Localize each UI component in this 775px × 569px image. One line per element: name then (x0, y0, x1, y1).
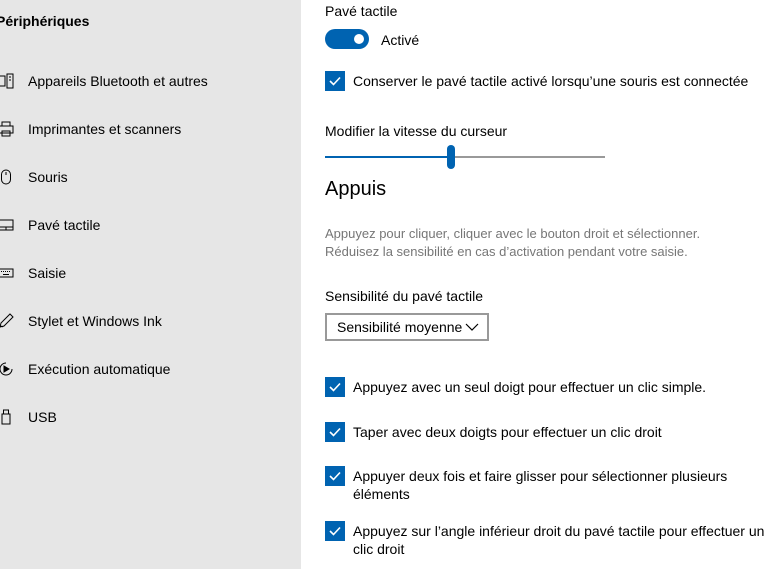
touchpad-icon (0, 217, 14, 233)
corner-right-click-label-line2: clic droit (353, 541, 405, 557)
touchpad-toggle[interactable] (325, 29, 369, 49)
autoplay-icon (0, 361, 14, 377)
single-tap-label: Appuyez avec un seul doigt pour effectue… (353, 379, 707, 395)
chevron-down-icon (465, 323, 479, 331)
corner-right-click-checkbox[interactable] (325, 521, 345, 541)
keyboard-icon (0, 265, 14, 281)
sidebar-item-label: USB (28, 409, 57, 425)
sidebar-item-label: Stylet et Windows Ink (28, 313, 162, 329)
cursor-speed-slider[interactable] (325, 145, 605, 169)
usb-icon (0, 409, 14, 425)
double-tap-drag-label-line1: Appuyer deux fois et faire glisser pour … (353, 468, 728, 484)
toggle-state-label: Activé (381, 32, 420, 48)
two-finger-tap-label: Taper avec deux doigts pour effectuer un… (353, 424, 662, 440)
sidebar-item-pen[interactable]: Stylet et Windows Ink (0, 301, 301, 341)
single-tap-checkbox[interactable] (325, 377, 345, 397)
slider-thumb[interactable] (447, 145, 455, 169)
sidebar-item-touchpad[interactable]: Pavé tactile (0, 205, 301, 245)
keep-touchpad-on-option: Conserver le pavé tactile activé lorsqu’… (325, 71, 748, 91)
mouse-icon (0, 169, 14, 185)
two-finger-tap-option: Taper avec deux doigts pour effectuer un… (325, 422, 662, 442)
sidebar-item-bluetooth[interactable]: Appareils Bluetooth et autres (0, 61, 301, 101)
sidebar-item-label: Saisie (28, 265, 67, 281)
cursor-speed-label: Modifier la vitesse du curseur (325, 123, 508, 139)
checkmark-icon (329, 471, 341, 481)
sensitivity-value: Sensibilité moyenne (337, 319, 463, 335)
sidebar-item-autoplay[interactable]: Exécution automatique (0, 349, 301, 389)
slider-track-fill (325, 156, 451, 158)
sidebar-item-mouse[interactable]: Souris (0, 157, 301, 197)
pen-icon (0, 313, 14, 329)
sidebar-item-label: Exécution automatique (28, 361, 171, 377)
double-tap-drag-option: Appuyer deux fois et faire glisser pour … (325, 466, 727, 503)
sidebar: Périphériques Appareils Bluetooth et aut… (0, 0, 301, 569)
bluetooth-devices-icon (0, 73, 14, 89)
printer-icon (0, 121, 14, 137)
sensitivity-dropdown[interactable]: Sensibilité moyenne (325, 313, 489, 341)
checkmark-icon (329, 526, 341, 536)
sidebar-item-printers[interactable]: Imprimantes et scanners (0, 109, 301, 149)
corner-right-click-label-line1: Appuyez sur l’angle inférieur droit du p… (353, 523, 765, 539)
single-tap-option: Appuyez avec un seul doigt pour effectue… (325, 377, 706, 397)
sidebar-item-label: Imprimantes et scanners (28, 121, 182, 137)
toggle-knob (354, 34, 364, 44)
keep-touchpad-on-label: Conserver le pavé tactile activé lorsqu’… (353, 73, 749, 89)
taps-description-line1: Appuyez pour cliquer, cliquer avec le bo… (325, 226, 701, 241)
sidebar-item-label: Appareils Bluetooth et autres (28, 73, 208, 89)
touchpad-section-label: Pavé tactile (325, 3, 398, 19)
double-tap-drag-label-line2: éléments (353, 486, 410, 502)
taps-heading: Appuis (325, 178, 387, 200)
sidebar-item-label: Pavé tactile (28, 217, 101, 233)
sidebar-item-label: Souris (28, 169, 68, 185)
checkmark-icon (329, 427, 341, 437)
double-tap-drag-checkbox[interactable] (325, 466, 345, 486)
sidebar-item-usb[interactable]: USB (0, 397, 301, 437)
sidebar-title: Périphériques (0, 13, 90, 29)
taps-description-line2: Réduisez la sensibilité en cas d’activat… (325, 244, 688, 259)
corner-right-click-option: Appuyez sur l’angle inférieur droit du p… (325, 521, 764, 558)
settings-content: Pavé tactile Activé Conserver le pavé ta… (325, 0, 775, 569)
double-tap-drag-label: Appuyer deux fois et faire glisser pour … (353, 467, 727, 503)
sensitivity-label: Sensibilité du pavé tactile (325, 288, 483, 304)
checkmark-icon (329, 76, 341, 86)
keep-touchpad-on-checkbox[interactable] (325, 71, 345, 91)
checkmark-icon (329, 382, 341, 392)
sidebar-item-typing[interactable]: Saisie (0, 253, 301, 293)
two-finger-tap-checkbox[interactable] (325, 422, 345, 442)
corner-right-click-label: Appuyez sur l’angle inférieur droit du p… (353, 522, 764, 558)
